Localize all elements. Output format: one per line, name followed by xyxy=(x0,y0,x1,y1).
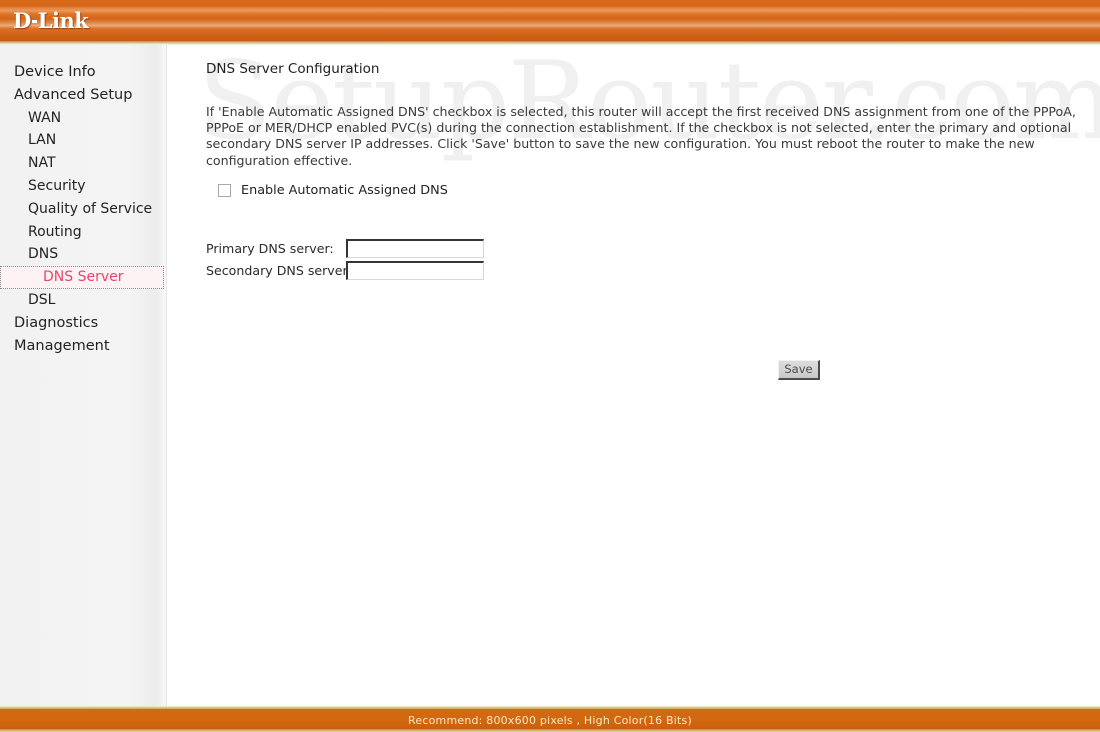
logo-dash-icon xyxy=(31,20,37,23)
logo-prefix: D xyxy=(13,8,31,33)
enable-auto-dns-checkbox[interactable] xyxy=(218,184,231,197)
secondary-dns-row: Secondary DNS server: xyxy=(206,260,484,281)
secondary-dns-input[interactable] xyxy=(346,261,484,280)
sidebar-item-management[interactable]: Management xyxy=(0,335,166,358)
primary-dns-row: Primary DNS server: xyxy=(206,238,484,259)
sidebar-item-security[interactable]: Security xyxy=(0,175,166,198)
page-description: If 'Enable Automatic Assigned DNS' check… xyxy=(206,103,1076,168)
main-content: SetupRouter.com DNS Server Configuration… xyxy=(168,45,1100,706)
sidebar-item-lan[interactable]: LAN xyxy=(0,129,166,152)
footer-bar: Recommend: 800x600 pixels , High Color(1… xyxy=(0,709,1100,729)
dlink-logo: D Link xyxy=(13,8,89,33)
footer-text: Recommend: 800x600 pixels , High Color(1… xyxy=(408,714,692,727)
primary-dns-input[interactable] xyxy=(346,239,484,258)
sidebar-item-dns[interactable]: DNS xyxy=(0,243,166,266)
sidebar-item-wan[interactable]: WAN xyxy=(0,107,166,130)
sidebar-item-device-info[interactable]: Device Info xyxy=(0,61,166,84)
dns-fields-group: Primary DNS server: Secondary DNS server… xyxy=(206,238,484,282)
sidebar-item-quality-of-service[interactable]: Quality of Service xyxy=(0,198,166,221)
page-title: DNS Server Configuration xyxy=(206,61,380,77)
primary-dns-label: Primary DNS server: xyxy=(206,241,334,256)
sidebar-item-diagnostics[interactable]: Diagnostics xyxy=(0,312,166,335)
secondary-dns-label: Secondary DNS server: xyxy=(206,263,352,278)
header-bar: D Link xyxy=(0,0,1100,41)
sidebar-item-dsl[interactable]: DSL xyxy=(0,289,166,312)
router-admin-page: D Link Device Info Advanced Setup WAN LAN… xyxy=(0,0,1100,732)
save-button[interactable]: Save xyxy=(778,360,820,380)
sidebar-navigation: Device Info Advanced Setup WAN LAN NAT S… xyxy=(0,45,167,706)
enable-auto-dns-label: Enable Automatic Assigned DNS xyxy=(241,183,448,198)
sidebar-item-dns-server[interactable]: DNS Server xyxy=(0,266,164,290)
auto-dns-row: Enable Automatic Assigned DNS xyxy=(218,183,448,198)
sidebar-item-nat[interactable]: NAT xyxy=(0,152,166,175)
logo-suffix: Link xyxy=(37,8,89,33)
sidebar-item-advanced-setup[interactable]: Advanced Setup xyxy=(0,84,166,107)
sidebar-item-routing[interactable]: Routing xyxy=(0,221,166,244)
